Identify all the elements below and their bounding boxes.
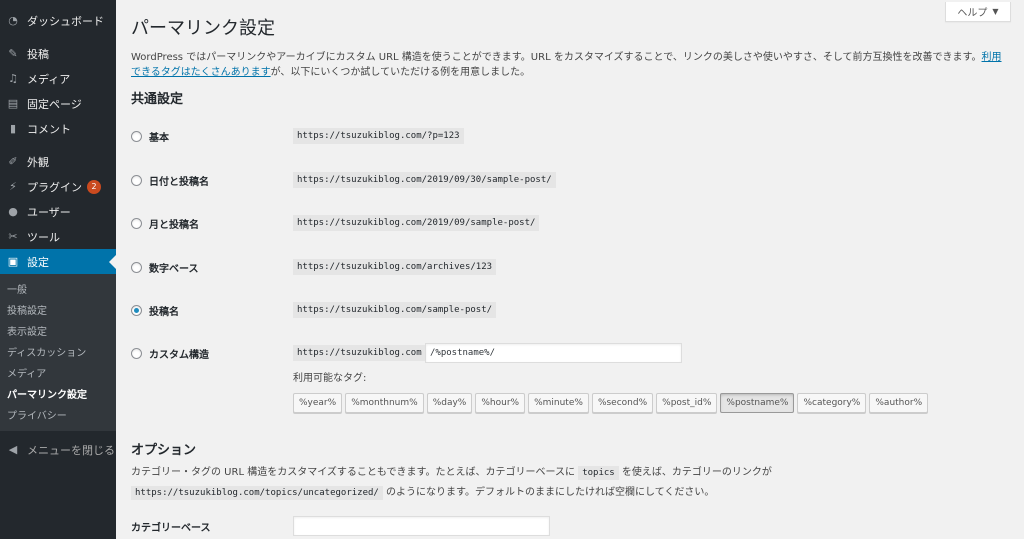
sidebar-item-media[interactable]: ♫ メディア [0, 66, 116, 91]
radio-numeric[interactable] [131, 261, 142, 273]
sidebar-item-label: 設定 [27, 255, 49, 269]
brush-icon: ✐ [8, 155, 18, 168]
sidebar-item-dashboard[interactable]: ◔ ダッシュボード [0, 8, 116, 33]
options-desc-part2: を使えば、カテゴリーのリンクが [621, 467, 772, 478]
category-base-example-code: topics [578, 466, 619, 480]
option-numeric[interactable]: 数字ベース [131, 257, 199, 277]
dashboard-icon: ◔ [8, 14, 18, 27]
tag-button-post-id[interactable]: %post_id% [656, 393, 718, 413]
tag-button-year[interactable]: %year% [293, 393, 343, 413]
tag-button-postname[interactable]: %postname% [720, 393, 795, 413]
custom-structure-input[interactable]: /%postname%/ [425, 343, 682, 363]
custom-structure-prefix: https://tsuzukiblog.com [293, 345, 426, 361]
sidebar-item-label: 投稿 [27, 47, 49, 61]
option-label: 投稿名 [149, 306, 179, 318]
user-icon: ● [8, 205, 18, 218]
sidebar-item-settings[interactable]: ▣ 設定 [0, 249, 116, 274]
sidebar-item-pages[interactable]: ▤ 固定ページ [0, 91, 116, 116]
radio-day-name[interactable] [131, 174, 142, 186]
page-icon: ▤ [7, 97, 19, 110]
help-tab-button[interactable]: ヘルプ ▼ [945, 2, 1011, 22]
admin-sidebar: ◔ ダッシュボード ✎ 投稿 ♫ メディア ▤ 固定ページ ▮ コメント ✐ 外… [0, 0, 116, 539]
tag-button-author[interactable]: %author% [869, 393, 929, 413]
sidebar-item-label: コメント [27, 122, 71, 136]
collapse-menu-label: メニューを閉じる [27, 443, 115, 457]
submenu-item-media[interactable]: メディア [0, 362, 116, 383]
collapse-menu-button[interactable]: ◀ メニューを閉じる [0, 437, 116, 462]
settings-icon: ▣ [7, 255, 19, 268]
option-label: 基本 [149, 132, 169, 144]
collapse-arrow-icon: ◀ [8, 443, 18, 456]
option-post-name[interactable]: 投稿名 [131, 300, 179, 320]
example-url-month-name: https://tsuzukiblog.com/2019/09/sample-p… [293, 215, 540, 231]
page-title: パーマリンク設定 [131, 18, 275, 39]
sidebar-item-label: ダッシュボード [27, 14, 104, 28]
pin-icon: ✎ [8, 47, 18, 60]
category-link-example-code: https://tsuzukiblog.com/topics/uncategor… [131, 486, 383, 500]
comment-icon: ▮ [9, 122, 17, 135]
intro-text-body: WordPress ではパーマリンクやアーカイブにカスタム URL 構造を使うこ… [131, 52, 982, 63]
sidebar-item-tools[interactable]: ✂ ツール [0, 224, 116, 249]
example-url-post-name: https://tsuzukiblog.com/sample-post/ [293, 302, 497, 318]
sidebar-item-appearance[interactable]: ✐ 外観 [0, 149, 116, 174]
submenu-item-discussion[interactable]: ディスカッション [0, 341, 116, 362]
tag-button-minute[interactable]: %minute% [528, 393, 589, 413]
tag-button-category[interactable]: %category% [797, 393, 867, 413]
radio-month-name[interactable] [131, 217, 142, 229]
example-url-numeric: https://tsuzukiblog.com/archives/123 [293, 259, 497, 275]
main-content: ヘルプ ▼ パーマリンク設定 WordPress ではパーマリンクやアーカイブに… [116, 0, 1024, 539]
tag-button-hour[interactable]: %hour% [475, 393, 526, 413]
category-base-input[interactable] [293, 516, 550, 536]
radio-post-name[interactable] [131, 304, 142, 316]
tag-button-second[interactable]: %second% [591, 393, 654, 413]
help-label: ヘルプ [957, 8, 988, 19]
radio-plain[interactable] [131, 130, 142, 142]
option-custom[interactable]: カスタム構造 [131, 343, 209, 363]
tag-button-monthnum[interactable]: %monthnum% [345, 393, 424, 413]
option-day-name[interactable]: 日付と投稿名 [131, 170, 209, 190]
plugin-icon: ⚡ [9, 180, 17, 193]
radio-custom[interactable] [131, 347, 142, 359]
example-url-plain: https://tsuzukiblog.com/?p=123 [293, 128, 464, 144]
sidebar-item-label: メディア [27, 72, 71, 86]
option-label: 日付と投稿名 [149, 176, 209, 188]
sidebar-item-plugins[interactable]: ⚡ プラグイン 2 [0, 174, 116, 199]
sidebar-item-label: 固定ページ [27, 97, 82, 111]
sidebar-item-label: 外観 [27, 155, 49, 169]
submenu-item-writing[interactable]: 投稿設定 [0, 299, 116, 320]
options-desc-part3: のようになります。デフォルトのままにしたければ空欄にしてください。 [386, 487, 715, 498]
common-settings-heading: 共通設定 [131, 92, 184, 107]
submenu-item-general[interactable]: 一般 [0, 278, 116, 299]
available-tags-label: 利用可能なタグ: [293, 373, 367, 384]
wrench-icon: ✂ [8, 230, 18, 243]
options-description: カテゴリー・タグの URL 構造をカスタマイズすることもできます。たとえば、カテ… [131, 463, 1011, 503]
available-tags-list: %year% %monthnum% %day% %hour% %minute% … [293, 393, 931, 413]
option-label: 数字ベース [149, 263, 199, 275]
sidebar-item-comments[interactable]: ▮ コメント [0, 116, 116, 141]
caret-down-icon: ▼ [992, 7, 999, 16]
option-month-name[interactable]: 月と投稿名 [131, 213, 199, 233]
option-label: 月と投稿名 [149, 219, 199, 231]
options-heading: オプション [131, 443, 197, 458]
media-icon: ♫ [8, 72, 18, 85]
intro-text: WordPress ではパーマリンクやアーカイブにカスタム URL 構造を使うこ… [131, 50, 1011, 80]
option-plain[interactable]: 基本 [131, 126, 169, 146]
tag-button-day[interactable]: %day% [426, 393, 473, 413]
intro-text-suffix: が、以下にいくつか試していただける例を用意しました。 [270, 67, 531, 78]
sidebar-item-posts[interactable]: ✎ 投稿 [0, 41, 116, 66]
example-url-day-name: https://tsuzukiblog.com/2019/09/30/sampl… [293, 172, 556, 188]
option-label: カスタム構造 [149, 349, 209, 361]
submenu-item-reading[interactable]: 表示設定 [0, 320, 116, 341]
update-count-badge: 2 [87, 179, 101, 194]
sidebar-item-label: ユーザー [27, 205, 71, 219]
settings-submenu: 一般 投稿設定 表示設定 ディスカッション メディア パーマリンク設定 プライバ… [0, 274, 116, 431]
submenu-item-permalink[interactable]: パーマリンク設定 [0, 383, 116, 404]
submenu-item-privacy[interactable]: プライバシー [0, 404, 116, 425]
options-desc-part1: カテゴリー・タグの URL 構造をカスタマイズすることもできます。たとえば、カテ… [131, 467, 575, 478]
sidebar-item-label: ツール [27, 230, 60, 244]
sidebar-item-users[interactable]: ● ユーザー [0, 199, 116, 224]
sidebar-item-label: プラグイン [27, 180, 82, 194]
category-base-label: カテゴリーベース [131, 523, 211, 534]
